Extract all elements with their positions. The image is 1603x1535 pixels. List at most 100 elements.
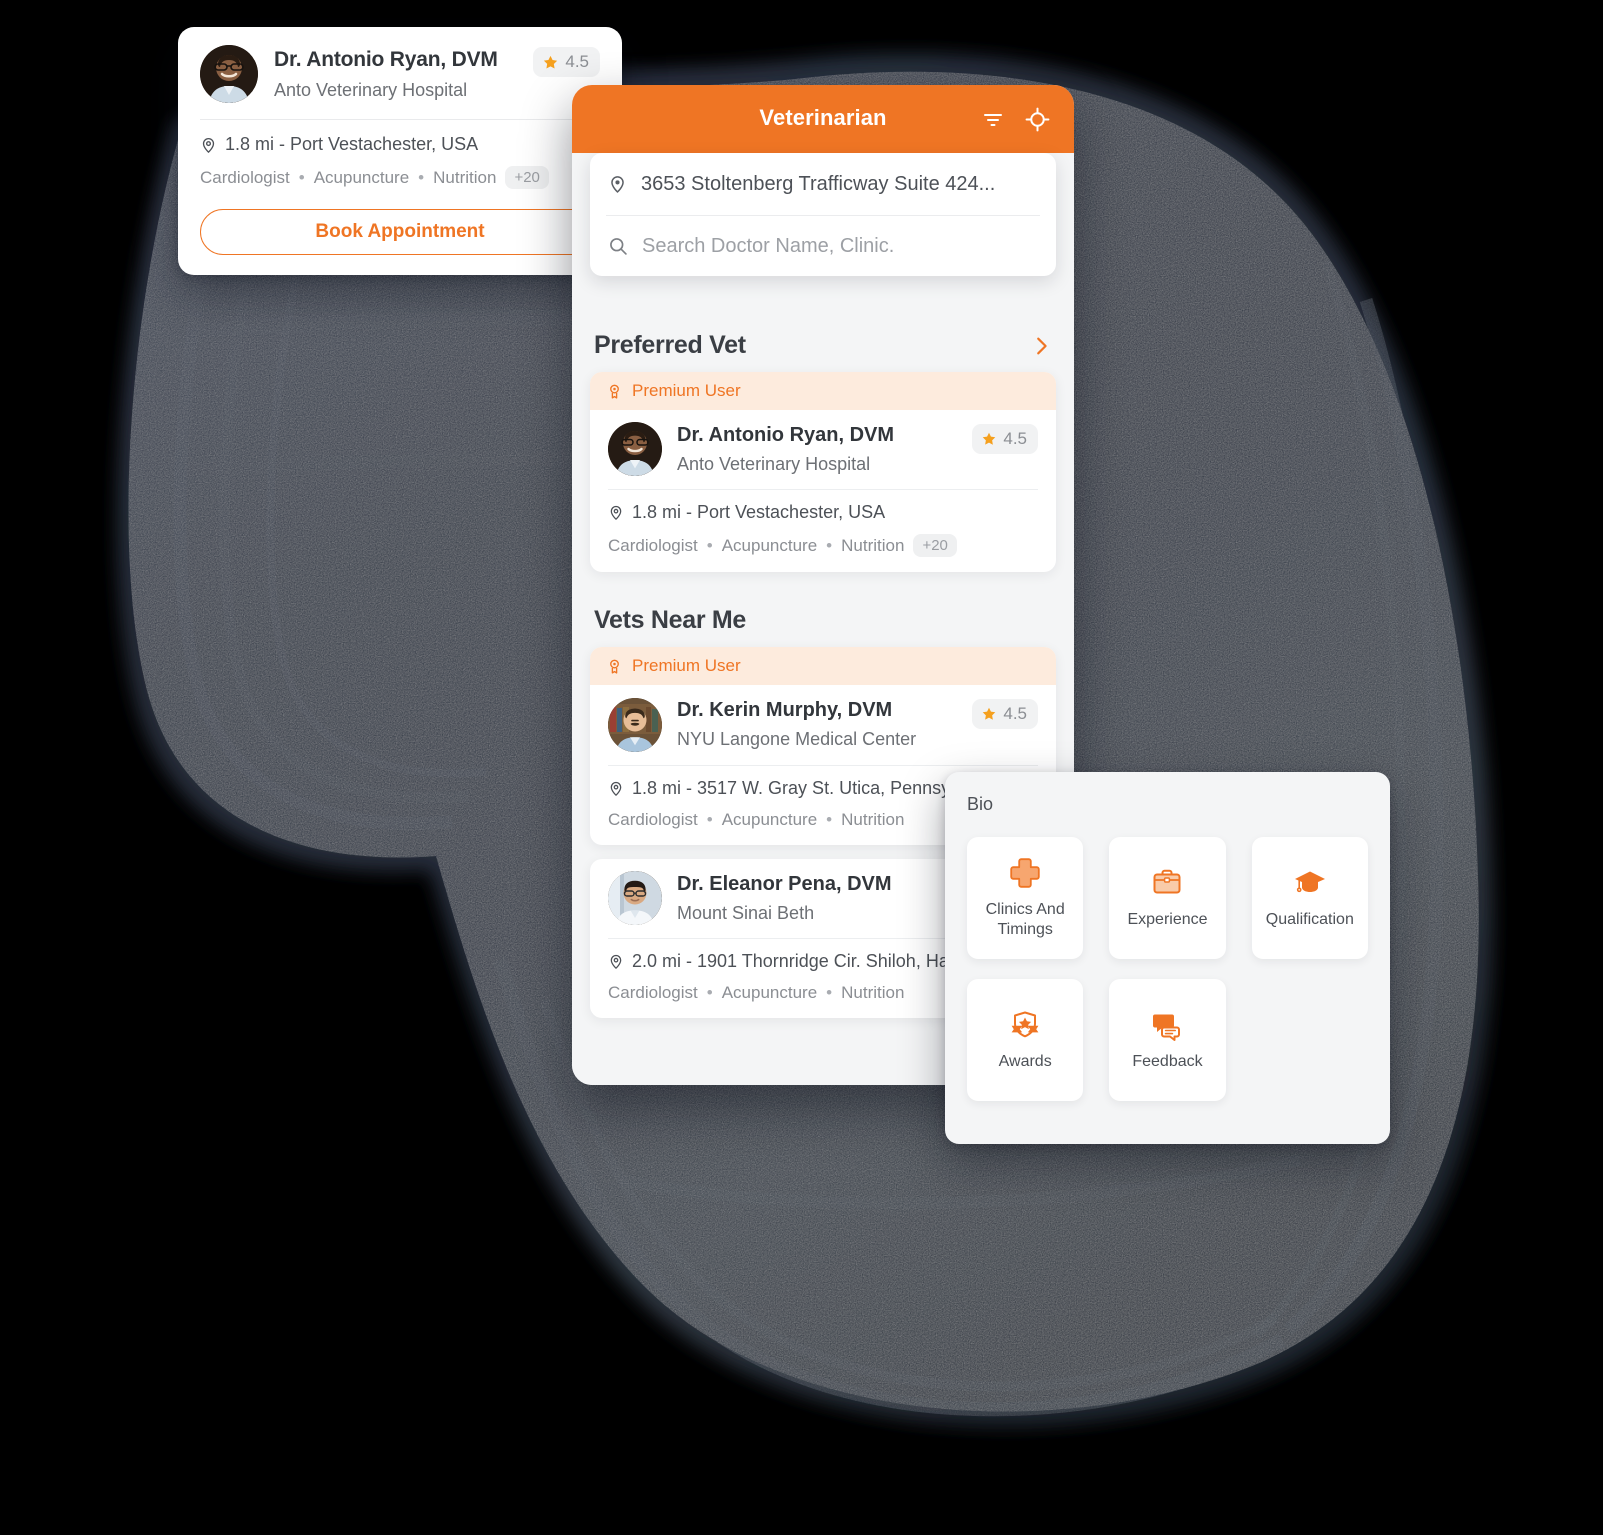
award-shield-icon: [1008, 1008, 1042, 1042]
bio-grid-empty-slot: [1252, 979, 1368, 1101]
tag: Cardiologist: [608, 535, 698, 555]
graduation-cap-icon: [1293, 866, 1327, 900]
premium-badge: Premium User: [590, 647, 1056, 686]
search-panel: 3653 Stoltenberg Trafficway Suite 424...…: [590, 153, 1056, 276]
rating-badge: 4.5: [533, 47, 600, 77]
star-icon: [981, 431, 997, 447]
doctor-details: 1.8 mi - Port Vestachester, USA Cardiolo…: [200, 120, 600, 255]
tag: Acupuncture: [721, 809, 818, 829]
doctor-clinic: NYU Langone Medical Center: [677, 729, 917, 750]
section-header-vets-near-me: Vets Near Me: [590, 586, 1056, 647]
tag: Acupuncture: [721, 983, 818, 1003]
tag: Cardiologist: [608, 809, 698, 829]
doctor-name: Dr. Antonio Ryan, DVM: [677, 424, 895, 446]
tag: Nutrition: [841, 983, 905, 1003]
bio-label: Bio: [967, 794, 994, 814]
tag-separator: •: [298, 167, 305, 187]
plus-cross-icon: [1008, 856, 1042, 890]
doctor-search-field[interactable]: Search Doctor Name, Clinic.: [590, 216, 1056, 276]
location-pin-icon: [608, 779, 624, 798]
location-text: 1.8 mi - Port Vestachester, USA: [225, 134, 479, 154]
avatar: [608, 422, 662, 477]
specialty-tags: Cardiologist • Acupuncture • Nutrition +…: [200, 166, 600, 189]
avatar: [200, 45, 258, 103]
floating-doctor-card[interactable]: Dr. Antonio Ryan, DVM Anto Veterinary Ho…: [178, 27, 622, 275]
medal-icon: [606, 382, 623, 401]
search-icon: [608, 236, 628, 256]
tag: Acupuncture: [313, 167, 410, 187]
tags-more-badge: +20: [913, 534, 957, 558]
bio-tile-clinics-and-timings[interactable]: Clinics And Timings: [967, 837, 1084, 959]
app-header: Veterinarian: [572, 85, 1074, 153]
header-actions: [981, 107, 1050, 132]
bio-tile-qualification[interactable]: Qualification: [1251, 837, 1368, 959]
briefcase-icon: [1150, 866, 1184, 900]
location-pin-icon: [200, 135, 217, 155]
search-placeholder: Search Doctor Name, Clinic.: [642, 234, 895, 257]
star-icon: [542, 54, 559, 71]
tag: Nutrition: [433, 167, 497, 187]
location-row: 1.8 mi - Port Vestachester, USA: [200, 134, 600, 155]
bio-tile-label: Clinics And Timings: [985, 901, 1065, 938]
doctor-clinic: Anto Veterinary Hospital: [677, 454, 871, 474]
location-text: 2.0 mi - 1901 Thornridge Cir. Shiloh, Ha: [632, 951, 949, 972]
chevron-right-icon[interactable]: [1030, 335, 1052, 357]
tag-separator: •: [706, 535, 713, 555]
chat-bubbles-icon: [1150, 1008, 1184, 1042]
address-field[interactable]: 3653 Stoltenberg Trafficway Suite 424...: [590, 153, 1056, 215]
tag-separator: •: [418, 167, 425, 187]
doctor-identity: Dr. Antonio Ryan, DVM Anto Veterinary Ho…: [274, 47, 517, 102]
bio-tile-label: Experience: [1127, 911, 1208, 928]
doctor-details: 1.8 mi - Port Vestachester, USA Cardiolo…: [590, 490, 1056, 572]
location-pin-icon: [608, 503, 624, 522]
specialty-tags: Cardiologist • Acupuncture • Nutrition +…: [608, 534, 1038, 558]
bio-panel: Bio Clinics And Timings Experience Quali…: [945, 772, 1390, 1144]
section-header-preferred-vet: Preferred Vet: [590, 311, 1056, 372]
bio-tile-label: Feedback: [1132, 1053, 1203, 1070]
doctor-identity: Dr. Antonio Ryan, DVM Anto Veterinary Ho…: [677, 422, 957, 476]
vet-card[interactable]: Premium User: [590, 372, 1056, 573]
tag-separator: •: [826, 809, 833, 829]
doctor-identity: Dr. Kerin Murphy, DVM NYU Langone Medica…: [677, 697, 957, 751]
location-pin-icon: [608, 173, 627, 195]
location-pin-icon: [608, 952, 624, 971]
location-text: 1.8 mi - Port Vestachester, USA: [632, 502, 886, 523]
location-text: 1.8 mi - 3517 W. Gray St. Utica, Pennsy: [632, 777, 951, 798]
rating-value: 4.5: [1003, 704, 1027, 724]
tag-separator: •: [706, 983, 713, 1003]
bio-tile-awards[interactable]: Awards: [967, 979, 1084, 1101]
avatar: [608, 870, 662, 925]
tag: Cardiologist: [200, 167, 290, 187]
star-icon: [981, 706, 997, 722]
doctor-clinic: Anto Veterinary Hospital: [274, 79, 468, 100]
app-mockup-stage: Dr. Antonio Ryan, DVM Anto Veterinary Ho…: [0, 0, 1603, 1535]
tag: Cardiologist: [608, 983, 698, 1003]
rating-value: 4.5: [565, 52, 589, 71]
bio-tile-feedback[interactable]: Feedback: [1109, 979, 1226, 1101]
doctor-header: Dr. Antonio Ryan, DVM Anto Veterinary Ho…: [590, 410, 1056, 489]
premium-badge: Premium User: [590, 372, 1056, 410]
bio-tile-label: Awards: [998, 1053, 1052, 1070]
section-title: Preferred Vet: [594, 331, 746, 359]
bio-tile-label: Qualification: [1265, 911, 1354, 928]
rating-badge: 4.5: [972, 424, 1038, 454]
doctor-header: Dr. Kerin Murphy, DVM NYU Langone Medica…: [590, 685, 1056, 764]
rating-badge: 4.5: [972, 699, 1038, 730]
premium-label: Premium User: [632, 656, 741, 676]
doctor-name: Dr. Kerin Murphy, DVM: [677, 699, 893, 722]
doctor-name: Dr. Antonio Ryan, DVM: [274, 47, 498, 71]
tag-separator: •: [826, 983, 833, 1003]
tag-separator: •: [706, 809, 713, 829]
tag: Nutrition: [841, 809, 905, 829]
doctor-header: Dr. Antonio Ryan, DVM Anto Veterinary Ho…: [200, 45, 600, 119]
bio-tile-experience[interactable]: Experience: [1109, 837, 1226, 959]
rating-value: 4.5: [1003, 429, 1027, 448]
section-title: Vets Near Me: [594, 606, 747, 635]
premium-label: Premium User: [632, 381, 741, 400]
crosshair-icon[interactable]: [1025, 107, 1050, 132]
tag: Acupuncture: [721, 535, 818, 555]
tags-more-badge: +20: [505, 166, 549, 189]
address-value: 3653 Stoltenberg Trafficway Suite 424...: [641, 172, 996, 195]
book-appointment-button[interactable]: Book Appointment: [200, 209, 600, 255]
filter-icon[interactable]: [981, 108, 1005, 132]
